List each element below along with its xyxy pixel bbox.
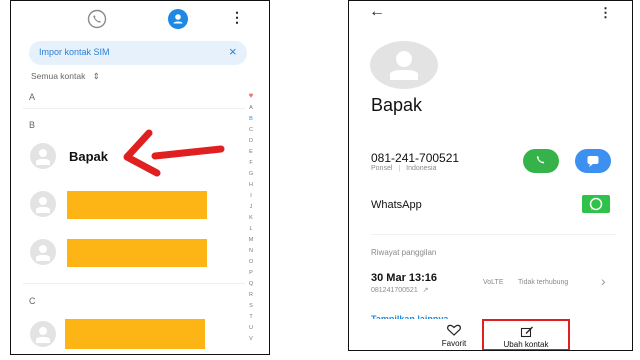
tab-contacts[interactable] — [168, 9, 188, 29]
index-letter[interactable]: I — [246, 193, 256, 199]
favorite-label: Favorit — [441, 339, 467, 348]
avatar — [30, 239, 56, 265]
outgoing-arrow-icon: ↗ — [422, 287, 429, 294]
index-letter[interactable]: T — [246, 314, 256, 320]
contact-avatar — [370, 41, 438, 89]
avatar — [30, 143, 56, 169]
more-menu-icon[interactable]: ⋮ — [599, 5, 612, 21]
phone-separator: | — [398, 165, 401, 172]
redaction-box — [67, 191, 207, 219]
call-number: 081241700521 — [371, 287, 418, 294]
index-letter[interactable]: S — [246, 303, 256, 309]
phone-icon — [536, 156, 545, 164]
phone-region: Indonesia — [406, 165, 437, 172]
contacts-list-screen: ⋮ Impor kontak SIM × Semua kontak ⇕ A B … — [10, 0, 270, 355]
phone-number-row[interactable]: 081-241-700521 Ponsel | Indonesia — [349, 146, 632, 182]
banner-text: Impor kontak SIM — [39, 47, 110, 57]
sort-toggle-icon: ⇕ — [92, 71, 100, 81]
section-header-a: A — [29, 92, 36, 102]
whatsapp-icon[interactable] — [582, 195, 610, 213]
divider — [371, 234, 616, 235]
index-letter[interactable]: K — [246, 215, 256, 221]
edit-contact-button[interactable]: Ubah kontak — [482, 319, 570, 350]
index-letter[interactable]: O — [246, 259, 256, 265]
close-icon[interactable]: × — [229, 44, 237, 59]
index-letter[interactable]: D — [246, 138, 256, 144]
heart-icon — [447, 324, 461, 336]
contact-name-title: Bapak — [371, 95, 423, 115]
edit-icon — [520, 326, 533, 338]
message-icon — [587, 156, 599, 167]
call-history-row[interactable]: 30 Mar 13:16 081241700521 ↗ VoLTE Tidak … — [349, 269, 632, 301]
index-letter[interactable]: R — [246, 292, 256, 298]
index-letter[interactable]: G — [246, 171, 256, 177]
index-letter[interactable]: N — [246, 248, 256, 254]
index-letter[interactable]: B — [246, 116, 256, 122]
contact-row-redacted[interactable] — [23, 235, 243, 269]
contact-row-redacted[interactable] — [23, 317, 243, 351]
message-button[interactable] — [575, 149, 611, 173]
import-sim-banner[interactable]: Impor kontak SIM × — [29, 41, 247, 65]
contact-filter[interactable]: Semua kontak ⇕ — [31, 71, 100, 82]
divider — [23, 283, 245, 284]
index-letter[interactable]: V — [246, 336, 256, 342]
chevron-right-icon: › — [601, 273, 606, 289]
redaction-box — [67, 239, 207, 267]
back-arrow-icon[interactable]: ← — [369, 3, 385, 21]
index-letter[interactable]: E — [246, 149, 256, 155]
redaction-box — [65, 319, 205, 349]
favorites-heart-icon[interactable]: ♥ — [246, 91, 256, 100]
more-menu-icon[interactable]: ⋮ — [230, 9, 244, 26]
call-button[interactable] — [523, 149, 559, 173]
red-arrow-annotation — [123, 129, 225, 177]
phone-meta: Ponsel | Indonesia — [371, 165, 437, 172]
index-letter[interactable]: Q — [246, 281, 256, 287]
index-letter[interactable]: F — [246, 160, 256, 166]
index-letter[interactable]: J — [246, 204, 256, 210]
call-status: Tidak terhubung — [518, 279, 569, 286]
contact-icon — [173, 14, 183, 24]
whatsapp-label: WhatsApp — [371, 199, 422, 211]
contact-name: Bapak — [69, 149, 109, 164]
call-date: 30 Mar 13:16 — [371, 272, 438, 284]
section-header-b: B — [29, 120, 36, 130]
filter-label: Semua kontak — [31, 71, 86, 81]
section-header-c: C — [29, 296, 36, 306]
favorite-button[interactable]: Favorit — [424, 322, 484, 350]
phone-number: 081-241-700521 — [371, 151, 460, 165]
index-letter[interactable]: U — [246, 325, 256, 331]
phone-icon — [87, 9, 107, 29]
edit-contact-label: Ubah kontak — [503, 340, 549, 349]
contact-detail-screen: ← ⋮ Bapak 081-241-700521 Ponsel | Indone… — [348, 0, 633, 351]
phone-label: Ponsel — [371, 165, 393, 172]
index-letter[interactable]: P — [246, 270, 256, 276]
index-letter[interactable]: L — [246, 226, 256, 232]
divider — [23, 108, 245, 109]
call-number-meta: 081241700521 ↗ — [371, 286, 429, 294]
index-letter[interactable]: M — [246, 237, 256, 243]
contact-row-redacted[interactable] — [23, 187, 243, 221]
call-history-title: Riwayat panggilan — [371, 248, 437, 257]
index-letter[interactable]: H — [246, 182, 256, 188]
bottom-action-bar: Favorit Ubah kontak — [349, 319, 632, 350]
avatar — [30, 321, 56, 347]
whatsapp-row[interactable]: WhatsApp — [349, 193, 632, 219]
avatar — [30, 191, 56, 217]
call-tag: VoLTE — [483, 279, 504, 286]
index-letter[interactable]: C — [246, 127, 256, 133]
tab-calls[interactable] — [87, 9, 107, 29]
index-letter[interactable]: A — [246, 105, 256, 111]
